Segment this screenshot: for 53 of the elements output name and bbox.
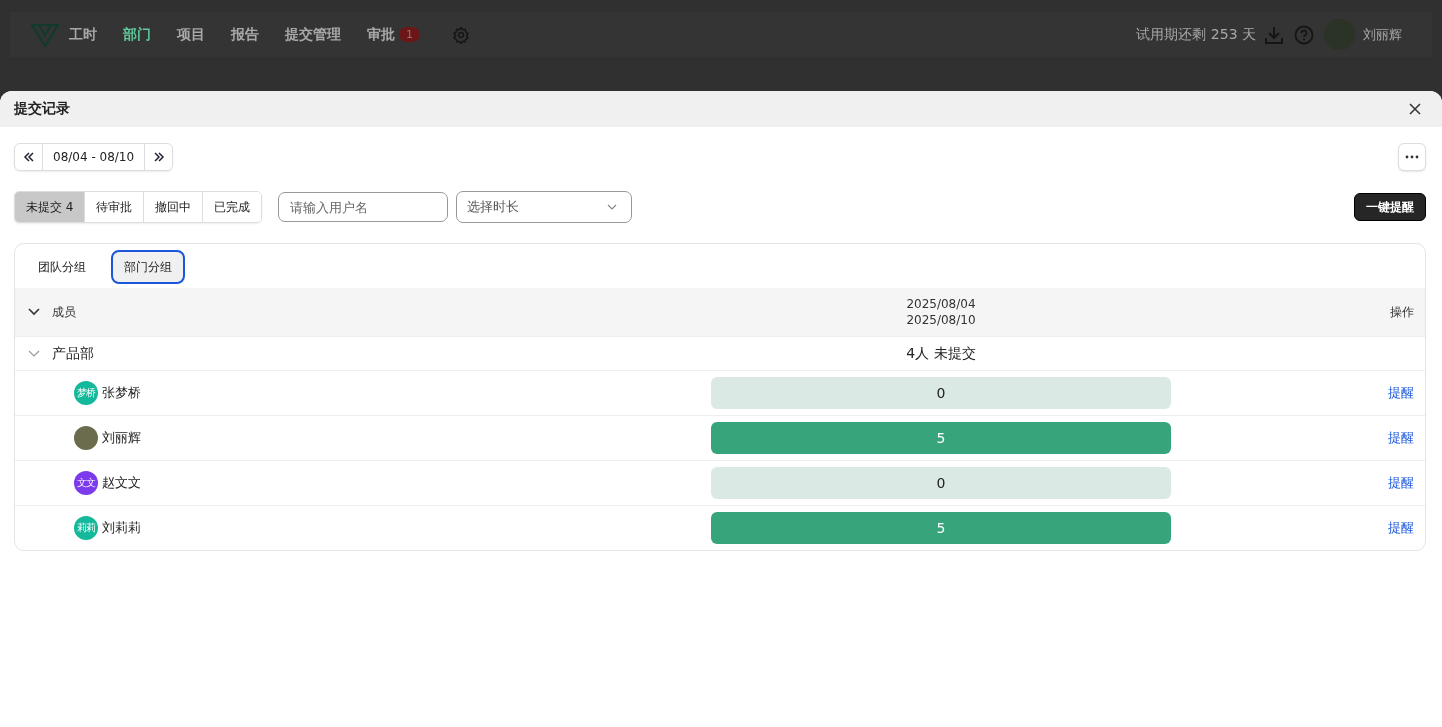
nav-tab[interactable]: 工时 [69,25,97,44]
avatar-badge: 文文 [74,471,98,495]
remind-all-button[interactable]: 一键提醒 [1354,193,1426,221]
status-tab[interactable]: 撤回中 [143,192,203,222]
nav-tab[interactable]: 审批 [367,25,395,44]
group-tab[interactable]: 部门分组 [111,250,185,284]
status-tab[interactable]: 待审批 [84,192,144,222]
more-button[interactable] [1398,143,1426,171]
hours-bar: 5 [711,422,1171,454]
trial-remaining-text: 试用期还剩 253 天 [1136,25,1256,44]
download-icon[interactable] [1264,24,1284,45]
logo-icon [31,22,59,47]
hours-bar: 0 [711,467,1171,499]
nav-tab[interactable]: 提交管理 [285,25,341,44]
column-header: 成员 [52,303,76,321]
status-tab[interactable]: 未提交 4 [15,192,85,222]
chevron-down-icon[interactable] [28,308,40,316]
more-icon [1405,155,1419,159]
chevron-down-icon [607,204,618,210]
avatar-placeholder [74,426,98,450]
hours-bar: 0 [711,377,1171,409]
username-search-field[interactable]: 请输入用户名 [278,192,449,222]
user-name: 刘丽辉 [1363,25,1402,44]
nav-tab[interactable]: 报告 [231,25,259,44]
dialog-title: 提交记录 [14,100,70,118]
chevron-icon[interactable] [28,349,40,358]
remind-link[interactable]: 提醒 [1388,384,1414,402]
previous-week-button[interactable] [15,144,42,170]
remind-link[interactable]: 提醒 [1388,429,1414,447]
avatar-badge: 莉莉 [74,516,98,540]
column-header: 操作 [1390,303,1414,321]
nav-tab[interactable]: 项目 [177,25,205,44]
double-chevron-right-icon [152,151,165,163]
status-tab[interactable]: 已完成 [202,192,262,222]
remind-link[interactable]: 提醒 [1388,519,1414,537]
member-name: 张梦桥 [102,384,141,402]
member-name: 刘丽辉 [102,429,141,447]
count-badge: 1 [399,27,420,42]
help-icon[interactable] [1294,24,1314,45]
next-week-button[interactable] [145,144,173,170]
department-name: 产品部 [52,344,94,363]
hours-bar: 5 [711,512,1171,544]
remind-link[interactable]: 提醒 [1388,474,1414,492]
column-header: 2025/08/04 2025/08/10 [906,296,976,328]
member-name: 赵文文 [102,474,141,492]
duration-select[interactable]: 选择时长 [456,191,633,223]
nav-tab[interactable]: 部门 [123,25,151,44]
group-summary: 4人 未提交 [906,344,976,363]
close-icon[interactable] [1409,103,1421,115]
settings-icon[interactable] [452,25,470,44]
member-name: 刘莉莉 [102,519,141,537]
avatar-badge: 梦桥 [74,381,98,405]
double-chevron-left-icon [22,151,35,163]
